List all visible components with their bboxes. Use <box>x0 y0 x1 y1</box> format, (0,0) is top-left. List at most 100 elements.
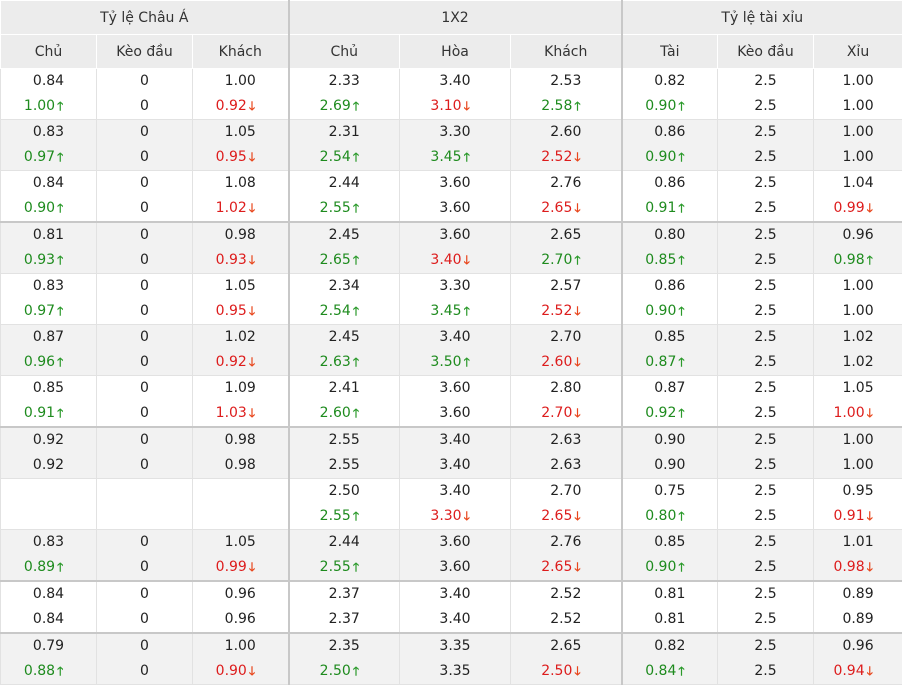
arrow-up-icon: 🡑 <box>55 248 73 273</box>
odds-value: 1.00 <box>842 73 873 89</box>
cell-asian-home: 0.840.90🡑 <box>1 171 97 223</box>
arrow-down-icon: 🡓 <box>247 299 265 324</box>
odds-value: 2.5 <box>754 559 776 575</box>
cell-1x2-away: 2.762.65🡓 <box>511 171 622 223</box>
odds-value: 2.69 <box>320 98 351 114</box>
odds-value: 2.5 <box>754 483 776 499</box>
odds-value: 1.05 <box>842 380 873 396</box>
current-odds: 2.60🡓 <box>511 350 621 375</box>
opening-odds: 0.96 <box>193 582 288 607</box>
cell-asian-home <box>1 479 97 530</box>
odds-value: 0 <box>140 149 149 165</box>
current-odds: 3.45🡑 <box>400 145 510 170</box>
table-row: 2.502.55🡑3.403.30🡓2.702.65🡓0.750.80🡑2.52… <box>1 479 902 530</box>
odds-value: 2.55 <box>329 457 360 473</box>
odds-value: 0 <box>140 252 149 268</box>
odds-value: 3.10 <box>430 98 461 114</box>
odds-value: 3.30 <box>439 124 470 140</box>
odds-value: 0.95 <box>216 149 247 165</box>
odds-value: 0.92 <box>645 405 676 421</box>
odds-value: 0.90 <box>645 98 676 114</box>
current-odds: 0.90🡑 <box>1 196 96 221</box>
cell-1x2-away: 2.572.52🡓 <box>511 274 622 325</box>
odds-value: 3.40 <box>439 611 470 627</box>
arrow-up-icon: 🡑 <box>676 350 694 375</box>
current-odds: 0 <box>97 607 192 632</box>
odds-value: 0 <box>140 638 149 654</box>
odds-value: 3.40 <box>439 432 470 448</box>
odds-value: 0.90 <box>654 457 685 473</box>
arrow-up-icon: 🡑 <box>676 145 694 170</box>
opening-odds: 0.81 <box>623 582 718 607</box>
odds-value: 1.00 <box>842 98 873 114</box>
opening-odds: 0.81 <box>1 223 96 248</box>
current-odds: 0 <box>97 401 192 426</box>
current-odds: 0.91🡑 <box>623 196 718 221</box>
arrow-up-icon: 🡑 <box>351 196 369 221</box>
cell-1x2-away: 2.762.65🡓 <box>511 530 622 582</box>
opening-odds: 0.87 <box>1 325 96 350</box>
opening-odds: 0.82 <box>623 634 718 659</box>
current-odds: 0.92🡓 <box>193 94 288 119</box>
odds-value: 2.31 <box>329 124 360 140</box>
current-odds: 2.50🡑 <box>290 659 400 684</box>
odds-value: 2.5 <box>754 405 776 421</box>
opening-odds: 2.5 <box>718 376 813 401</box>
odds-value: 2.70 <box>550 329 581 345</box>
odds-value: 2.37 <box>329 611 360 627</box>
cell-1x2-away: 2.532.58🡑 <box>511 69 622 120</box>
opening-odds: 2.5 <box>718 120 813 145</box>
current-odds: 0.98🡑 <box>814 248 902 273</box>
odds-value: 0 <box>140 73 149 89</box>
odds-value: 0.86 <box>654 124 685 140</box>
odds-value: 0 <box>140 611 149 627</box>
cell-asian-home: 0.830.97🡑 <box>1 274 97 325</box>
cell-ou-over: 0.900.90 <box>622 427 718 479</box>
odds-value: 1.05 <box>225 534 256 550</box>
odds-value: 2.5 <box>754 73 776 89</box>
odds-value: 3.35 <box>439 638 470 654</box>
odds-value: 2.80 <box>550 380 581 396</box>
odds-value: 3.60 <box>439 559 470 575</box>
odds-value: 1.02 <box>842 329 873 345</box>
opening-odds: 2.57 <box>511 274 621 299</box>
current-odds: 0.90 <box>623 453 718 478</box>
current-odds: 0 <box>97 453 192 478</box>
odds-value: 0 <box>140 175 149 191</box>
current-odds: 2.5 <box>718 504 813 529</box>
cell-1x2-home: 2.442.55🡑 <box>289 171 400 223</box>
cell-ou-under: 0.890.89 <box>814 581 902 633</box>
cell-asian-away <box>193 479 289 530</box>
current-odds: 0.84🡑 <box>623 659 718 684</box>
arrow-down-icon: 🡓 <box>572 196 590 221</box>
opening-odds: 1.05 <box>814 376 902 401</box>
opening-odds: 0.86 <box>623 120 718 145</box>
current-odds: 0.91🡑 <box>1 401 96 426</box>
opening-odds: 0 <box>97 325 192 350</box>
odds-value: 3.40 <box>439 457 470 473</box>
opening-odds: 0 <box>97 428 192 453</box>
current-odds: 2.5 <box>718 94 813 119</box>
odds-value: 1.02 <box>216 200 247 216</box>
cell-ou-line: 2.52.5 <box>718 325 814 376</box>
current-odds: 3.10🡓 <box>400 94 510 119</box>
odds-value: 2.63 <box>550 457 581 473</box>
odds-value: 0.96 <box>225 611 256 627</box>
arrow-down-icon: 🡓 <box>462 94 480 119</box>
odds-value: 0 <box>140 534 149 550</box>
odds-value: 0.98 <box>833 559 864 575</box>
odds-value: 0.75 <box>654 483 685 499</box>
odds-value: 2.60 <box>320 405 351 421</box>
opening-odds: 0.75 <box>623 479 718 504</box>
odds-value: 0.95 <box>216 303 247 319</box>
odds-value: 2.5 <box>754 329 776 345</box>
odds-value: 3.45 <box>430 303 461 319</box>
current-odds: 2.50🡓 <box>511 659 621 684</box>
odds-value: 0.89 <box>842 611 873 627</box>
cell-asian-line: 00 <box>97 274 193 325</box>
table-row: 0.840.90🡑001.081.02🡓2.442.55🡑3.603.602.7… <box>1 171 902 223</box>
cell-1x2-home: 2.502.55🡑 <box>289 479 400 530</box>
current-odds: 2.5 <box>718 659 813 684</box>
odds-value: 2.5 <box>754 303 776 319</box>
opening-odds: 0.84 <box>1 171 96 196</box>
